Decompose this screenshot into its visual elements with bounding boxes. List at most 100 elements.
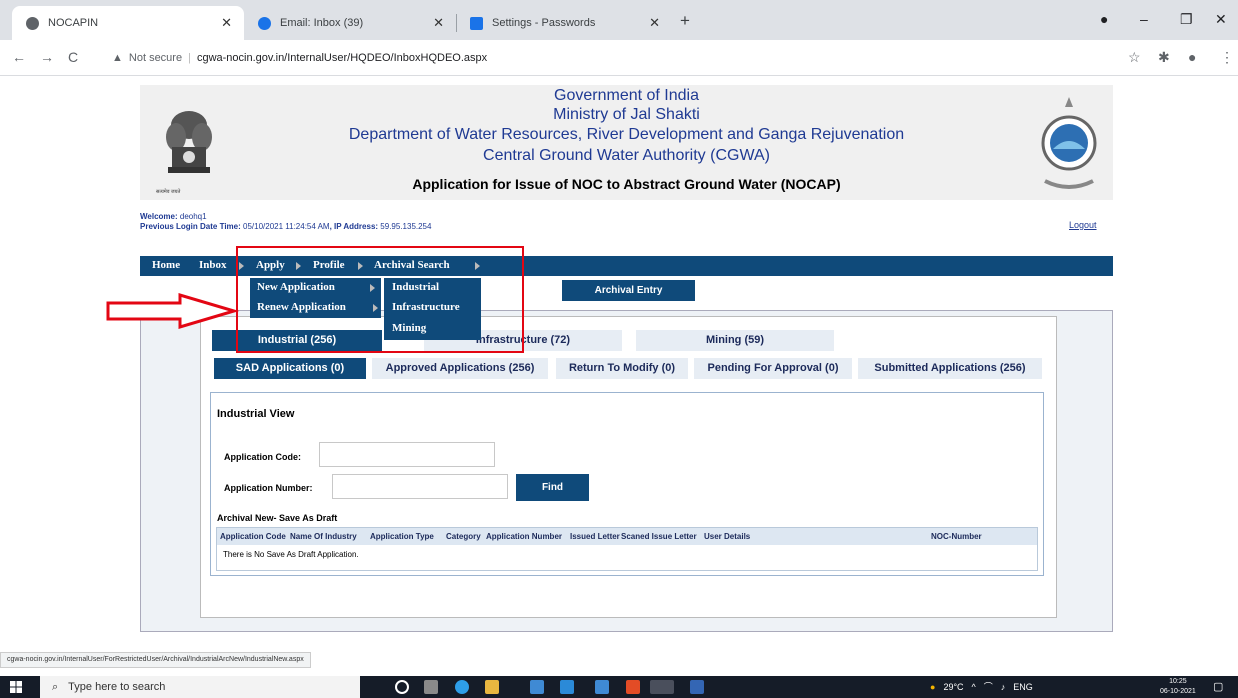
ip-address: 59.95.135.254 xyxy=(380,222,432,231)
weather-icon: ● xyxy=(930,681,936,692)
tab-label: NOCAPIN xyxy=(48,17,99,29)
browser-tab-strip: NOCAPIN ✕ Email: Inbox (39) ✕ Settings -… xyxy=(0,0,1238,40)
cortana-icon[interactable] xyxy=(395,680,409,694)
new-tab-button[interactable]: + xyxy=(680,11,690,31)
file-explorer-icon[interactable] xyxy=(485,680,499,694)
task-view-icon[interactable] xyxy=(424,680,438,694)
find-button[interactable]: Find xyxy=(516,474,589,501)
app-number-label: Application Number: xyxy=(224,483,313,493)
draft-applications-table: Application Code Name Of Industry Applic… xyxy=(216,527,1038,571)
ip-label: , IP Address: xyxy=(329,222,379,231)
volume-icon[interactable]: ♪ xyxy=(1001,682,1006,692)
page-title: Application for Issue of NOC to Abstract… xyxy=(412,176,841,192)
tab-submitted-applications[interactable]: Submitted Applications (256) xyxy=(858,358,1042,379)
archival-draft-caption: Archival New- Save As Draft xyxy=(217,513,338,523)
browser-status-url: cgwa-nocin.gov.in/InternalUser/ForRestri… xyxy=(0,652,311,668)
tab-return-to-modify[interactable]: Return To Modify (0) xyxy=(556,358,688,379)
globe-icon xyxy=(26,16,39,30)
archival-entry-button[interactable]: Archival Entry xyxy=(562,280,695,301)
taskbar-clock[interactable]: 10:25 06-10-2021 xyxy=(1160,677,1196,697)
empty-table-message: There is No Save As Draft Application. xyxy=(223,550,359,559)
tab-pending-for-approval[interactable]: Pending For Approval (0) xyxy=(694,358,852,379)
app-code-input[interactable] xyxy=(319,442,495,467)
warning-icon: ▲ xyxy=(112,52,123,64)
mail-icon xyxy=(258,16,271,30)
col-category: Category xyxy=(446,532,481,541)
profile-icon[interactable]: ● xyxy=(1100,11,1108,27)
chevron-up-icon[interactable]: ^ xyxy=(972,682,976,692)
close-window-button[interactable]: ✕ xyxy=(1215,11,1227,28)
tab-label: Settings - Passwords xyxy=(492,17,596,29)
nav-inbox[interactable]: Inbox xyxy=(199,259,227,271)
back-icon[interactable]: ← xyxy=(12,49,26,65)
weather-temp: 29°C xyxy=(943,681,964,692)
menu-icon[interactable]: ⋮ xyxy=(1220,49,1234,66)
windows-taskbar: ⌕ Type here to search ● 29°C ^ ⌒ ♪ ENG 1… xyxy=(0,676,1238,698)
tab-sad-applications[interactable]: SAD Applications (0) xyxy=(214,358,366,379)
header-line-2: Ministry of Jal Shakti xyxy=(553,106,700,123)
clock-time: 10:25 xyxy=(1169,678,1187,685)
search-placeholder: Type here to search xyxy=(68,681,166,693)
edge-icon[interactable] xyxy=(455,680,469,694)
col-issued-letter: Issued Letter xyxy=(570,532,620,541)
tab-mining[interactable]: Mining (59) xyxy=(636,330,834,351)
clock-date: 06-10-2021 xyxy=(1160,688,1196,695)
welcome-label: Welcome: xyxy=(140,212,178,221)
star-icon[interactable]: ☆ xyxy=(1128,49,1141,66)
app-number-input[interactable] xyxy=(332,474,508,499)
nav-home[interactable]: Home xyxy=(152,259,180,271)
forward-icon[interactable]: → xyxy=(40,49,54,65)
col-name-of-industry: Name Of Industry xyxy=(290,532,357,541)
omnibox[interactable]: ▲ Not secure | cgwa-nocin.gov.in/Interna… xyxy=(112,46,1112,70)
windows-start-icon[interactable] xyxy=(10,681,22,693)
gear-icon xyxy=(470,16,483,30)
mail-icon[interactable] xyxy=(595,680,609,694)
col-noc-number: NOC-Number xyxy=(931,532,982,541)
col-user-details: User Details xyxy=(704,532,751,541)
red-arrow-icon xyxy=(106,292,240,330)
login-time: 05/10/2021 11:24:54 AM xyxy=(243,222,330,231)
restore-button[interactable]: ❐ xyxy=(1180,11,1193,28)
username: deohq1 xyxy=(179,212,207,221)
col-application-type: Application Type xyxy=(370,532,434,541)
highlight-box xyxy=(236,246,524,353)
header-line-4: Central Ground Water Authority (CGWA) xyxy=(483,147,770,164)
col-scaned-issue-letter: Scaned Issue Letter xyxy=(621,532,697,541)
store-icon[interactable] xyxy=(530,680,544,694)
taskbar-search-input[interactable]: ⌕ Type here to search xyxy=(40,676,360,698)
reload-icon[interactable]: C xyxy=(68,49,78,65)
extensions-icon[interactable]: ✱ xyxy=(1158,49,1170,66)
minimize-button[interactable]: – xyxy=(1140,11,1148,27)
tab-approved-applications[interactable]: Approved Applications (256) xyxy=(372,358,548,379)
address-bar: ← → C ▲ Not secure | cgwa-nocin.gov.in/I… xyxy=(0,40,1238,76)
omnibox-divider: | xyxy=(188,52,191,64)
security-label: Not secure xyxy=(128,52,183,64)
view-title: Industrial View xyxy=(217,408,295,420)
office-icon[interactable] xyxy=(626,680,640,694)
col-application-code: Application Code xyxy=(220,532,286,541)
url-text: cgwa-nocin.gov.in/InternalUser/HQDEO/Inb… xyxy=(196,52,488,64)
notifications-icon[interactable]: ▢ xyxy=(1213,680,1223,693)
chrome-icon[interactable] xyxy=(650,680,674,694)
table-header: Application Code Name Of Industry Applic… xyxy=(217,528,1037,545)
tab-label: Email: Inbox (39) xyxy=(280,17,364,29)
tab-settings[interactable]: Settings - Passwords ✕ xyxy=(456,6,672,40)
close-icon[interactable]: ✕ xyxy=(649,15,660,31)
site-header: सत्यमेव जयते Government of India Ministr… xyxy=(140,85,1113,200)
wifi-icon[interactable]: ⌒ xyxy=(984,680,993,693)
close-icon[interactable]: ✕ xyxy=(221,15,232,31)
tab-nocapin[interactable]: NOCAPIN ✕ xyxy=(12,6,244,40)
col-application-number: Application Number xyxy=(486,532,563,541)
login-label: Previous Login Date Time: xyxy=(140,222,241,231)
system-tray: ● 29°C ^ ⌒ ♪ ENG xyxy=(930,680,1033,693)
tab-email[interactable]: Email: Inbox (39) ✕ xyxy=(244,6,456,40)
app-icon[interactable] xyxy=(690,680,704,694)
avatar[interactable]: ● xyxy=(1188,49,1196,65)
app-icon[interactable] xyxy=(560,680,574,694)
header-line-3: Department of Water Resources, River Dev… xyxy=(348,126,905,143)
logout-link[interactable]: Logout xyxy=(1069,220,1097,230)
close-icon[interactable]: ✕ xyxy=(433,15,444,31)
welcome-info: Welcome: deohq1 Previous Login Date Time… xyxy=(140,212,431,232)
language-indicator[interactable]: ENG xyxy=(1013,682,1033,692)
app-code-label: Application Code: xyxy=(224,452,301,462)
